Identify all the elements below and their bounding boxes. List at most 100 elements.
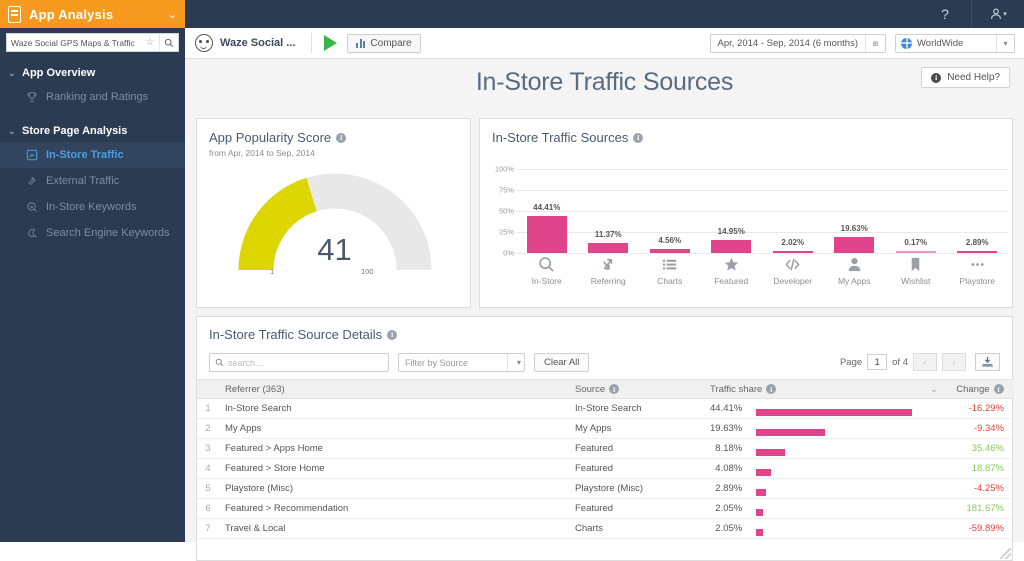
table-row[interactable]: 2 My Apps My Apps 19.63% -9.34% bbox=[197, 418, 1014, 439]
row-change: -9.34% bbox=[950, 418, 1014, 439]
sidebar-item-label: External Traffic bbox=[46, 175, 120, 187]
sidebar-item-in-store-traffic[interactable]: In-Store Traffic bbox=[0, 142, 185, 168]
current-app[interactable]: Waze Social ... bbox=[185, 28, 305, 59]
export-button[interactable] bbox=[975, 353, 1000, 371]
info-icon[interactable]: i bbox=[766, 384, 777, 394]
google-play-icon[interactable] bbox=[324, 35, 338, 51]
chart-bar[interactable] bbox=[526, 215, 567, 253]
bar-value-label: 14.95% bbox=[717, 227, 745, 237]
col-traffic-share[interactable]: Traffic share i ⌄ bbox=[704, 379, 951, 399]
brand-app-analysis[interactable]: App Analysis ⌄ bbox=[0, 0, 185, 28]
app-search-input[interactable] bbox=[7, 37, 141, 48]
nav-group-header-store-page-analysis[interactable]: ⌄ Store Page Analysis bbox=[0, 120, 185, 142]
bar-value-label: 19.63% bbox=[840, 223, 868, 233]
info-icon[interactable]: i bbox=[633, 132, 644, 143]
search-input[interactable] bbox=[228, 357, 388, 368]
page-number-input[interactable] bbox=[867, 354, 888, 370]
col-change[interactable]: Change i bbox=[950, 379, 1014, 399]
table-row[interactable]: 6 Featured > Recommendation Featured 2.05% 1… bbox=[197, 498, 1014, 519]
clear-all-label: Clear All bbox=[544, 357, 580, 368]
x-axis-tick-label: My Apps bbox=[837, 276, 871, 286]
x-axis-category[interactable]: Referring bbox=[576, 253, 640, 286]
export-icon bbox=[981, 356, 994, 367]
need-help-button[interactable]: i Need Help? bbox=[921, 67, 1010, 88]
calendar-icon[interactable] bbox=[865, 34, 885, 52]
user-icon bbox=[989, 7, 1003, 21]
sub-toolbar-right: Apr, 2014 - Sep, 2014 (6 months) WorldWi… bbox=[709, 33, 1024, 53]
info-icon[interactable]: i bbox=[387, 329, 398, 340]
sort-chevron-down-icon[interactable]: ⌄ bbox=[930, 384, 938, 395]
chevron-down-icon[interactable]: ▾ bbox=[996, 34, 1014, 52]
row-index: 1 bbox=[197, 398, 219, 419]
x-axis-category[interactable]: In-Store bbox=[515, 253, 579, 286]
bar-value-label: 2.89% bbox=[965, 237, 989, 247]
chart-bar[interactable] bbox=[711, 240, 752, 253]
code-icon bbox=[761, 253, 825, 275]
prev-page-button[interactable]: ‹ bbox=[913, 353, 937, 371]
col-source[interactable]: Source i bbox=[569, 379, 704, 399]
details-toolbar: Filter by Source ▾ Clear All bbox=[209, 353, 590, 372]
country-selector[interactable]: WorldWide ▾ bbox=[895, 33, 1015, 53]
filter-by-source-select[interactable]: Filter by Source ▾ bbox=[398, 353, 525, 372]
nav-group-store-page-analysis: ⌄ Store Page Analysis In-Store Traffic E… bbox=[0, 120, 185, 246]
sidebar-item-ranking-and-ratings[interactable]: Ranking and Ratings bbox=[0, 84, 185, 110]
app-popularity-score-card: App Popularity Score i from Apr, 2014 to… bbox=[196, 118, 471, 308]
nav-group-header-app-overview[interactable]: ⌄ App Overview bbox=[0, 62, 185, 84]
table-row[interactable]: 1 In-Store Search In-Store Search 44.41% -16… bbox=[197, 398, 1014, 419]
sidebar-item-label: Search Engine Keywords bbox=[46, 227, 170, 239]
col-index bbox=[197, 379, 219, 399]
y-axis-tick: 50% bbox=[498, 206, 514, 216]
chart-bar[interactable] bbox=[834, 236, 875, 253]
star-icon[interactable]: ☆ bbox=[141, 34, 159, 51]
table-row[interactable]: 7 Travel & Local Charts 2.05% -59.89% bbox=[197, 518, 1014, 539]
row-index: 4 bbox=[197, 458, 219, 479]
clear-all-button[interactable]: Clear All bbox=[534, 353, 590, 372]
info-icon: i bbox=[931, 72, 942, 83]
chart-bar[interactable] bbox=[588, 243, 629, 253]
x-axis-category[interactable]: Playstore bbox=[945, 253, 1009, 286]
chevron-down-icon: ⌄ bbox=[8, 125, 16, 136]
next-page-button[interactable]: › bbox=[942, 353, 966, 371]
info-icon[interactable]: i bbox=[609, 384, 620, 394]
row-share-value: 8.18% bbox=[704, 438, 751, 459]
search-icon[interactable] bbox=[160, 34, 178, 51]
compare-button[interactable]: Compare bbox=[347, 33, 421, 53]
phone-icon bbox=[8, 5, 21, 23]
info-icon[interactable]: i bbox=[336, 132, 347, 143]
pagination: Page of 4 ‹ › bbox=[840, 353, 1000, 371]
help-button[interactable]: ? bbox=[919, 0, 971, 28]
current-app-name: Waze Social ... bbox=[220, 37, 296, 49]
referring-arrows-icon bbox=[576, 253, 640, 275]
sidebar-item-in-store-keywords[interactable]: In-Store Keywords bbox=[0, 194, 185, 220]
row-source: Featured bbox=[569, 438, 704, 459]
search-box[interactable] bbox=[209, 353, 389, 372]
nav-group-label: App Overview bbox=[22, 67, 96, 79]
user-menu-button[interactable]: ▾ bbox=[972, 0, 1024, 28]
app-search-box[interactable]: ☆ bbox=[6, 33, 179, 52]
x-axis-category[interactable]: My Apps bbox=[822, 253, 886, 286]
x-axis-category[interactable]: Charts bbox=[638, 253, 702, 286]
gauge-svg bbox=[238, 173, 432, 271]
sidebar-item-external-traffic[interactable]: External Traffic bbox=[0, 168, 185, 194]
row-source: Charts bbox=[569, 518, 704, 539]
chevron-down-icon[interactable]: ▾ bbox=[507, 354, 524, 371]
x-axis-category[interactable]: Wishlist bbox=[884, 253, 948, 286]
row-source: Featured bbox=[569, 498, 704, 519]
table-row[interactable]: 5 Playstore (Misc) Playstore (Misc) 2.89% -4… bbox=[197, 478, 1014, 499]
gridline bbox=[516, 211, 1008, 212]
resize-handle[interactable] bbox=[1000, 548, 1011, 559]
row-index: 5 bbox=[197, 478, 219, 499]
x-axis-category[interactable]: Featured bbox=[699, 253, 763, 286]
bar-value-label: 4.56% bbox=[658, 236, 682, 246]
table-row[interactable]: 4 Featured > Store Home Featured 4.08% 18.87… bbox=[197, 458, 1014, 479]
trophy-icon bbox=[26, 91, 46, 103]
x-axis-category[interactable]: Developer bbox=[761, 253, 825, 286]
col-referrer[interactable]: Referrer (363) bbox=[219, 379, 569, 399]
table-row[interactable]: 3 Featured > Apps Home Featured 8.18% 35.46% bbox=[197, 438, 1014, 459]
date-range-picker[interactable]: Apr, 2014 - Sep, 2014 (6 months) bbox=[709, 33, 886, 53]
row-change: 35.46% bbox=[950, 438, 1014, 459]
chevron-down-icon[interactable]: ⌄ bbox=[168, 8, 177, 21]
info-icon[interactable]: i bbox=[993, 384, 1004, 394]
sidebar-item-search-engine-keywords[interactable]: Search Engine Keywords bbox=[0, 220, 185, 246]
table-body: 1 In-Store Search In-Store Search 44.41% -16… bbox=[197, 398, 1014, 539]
